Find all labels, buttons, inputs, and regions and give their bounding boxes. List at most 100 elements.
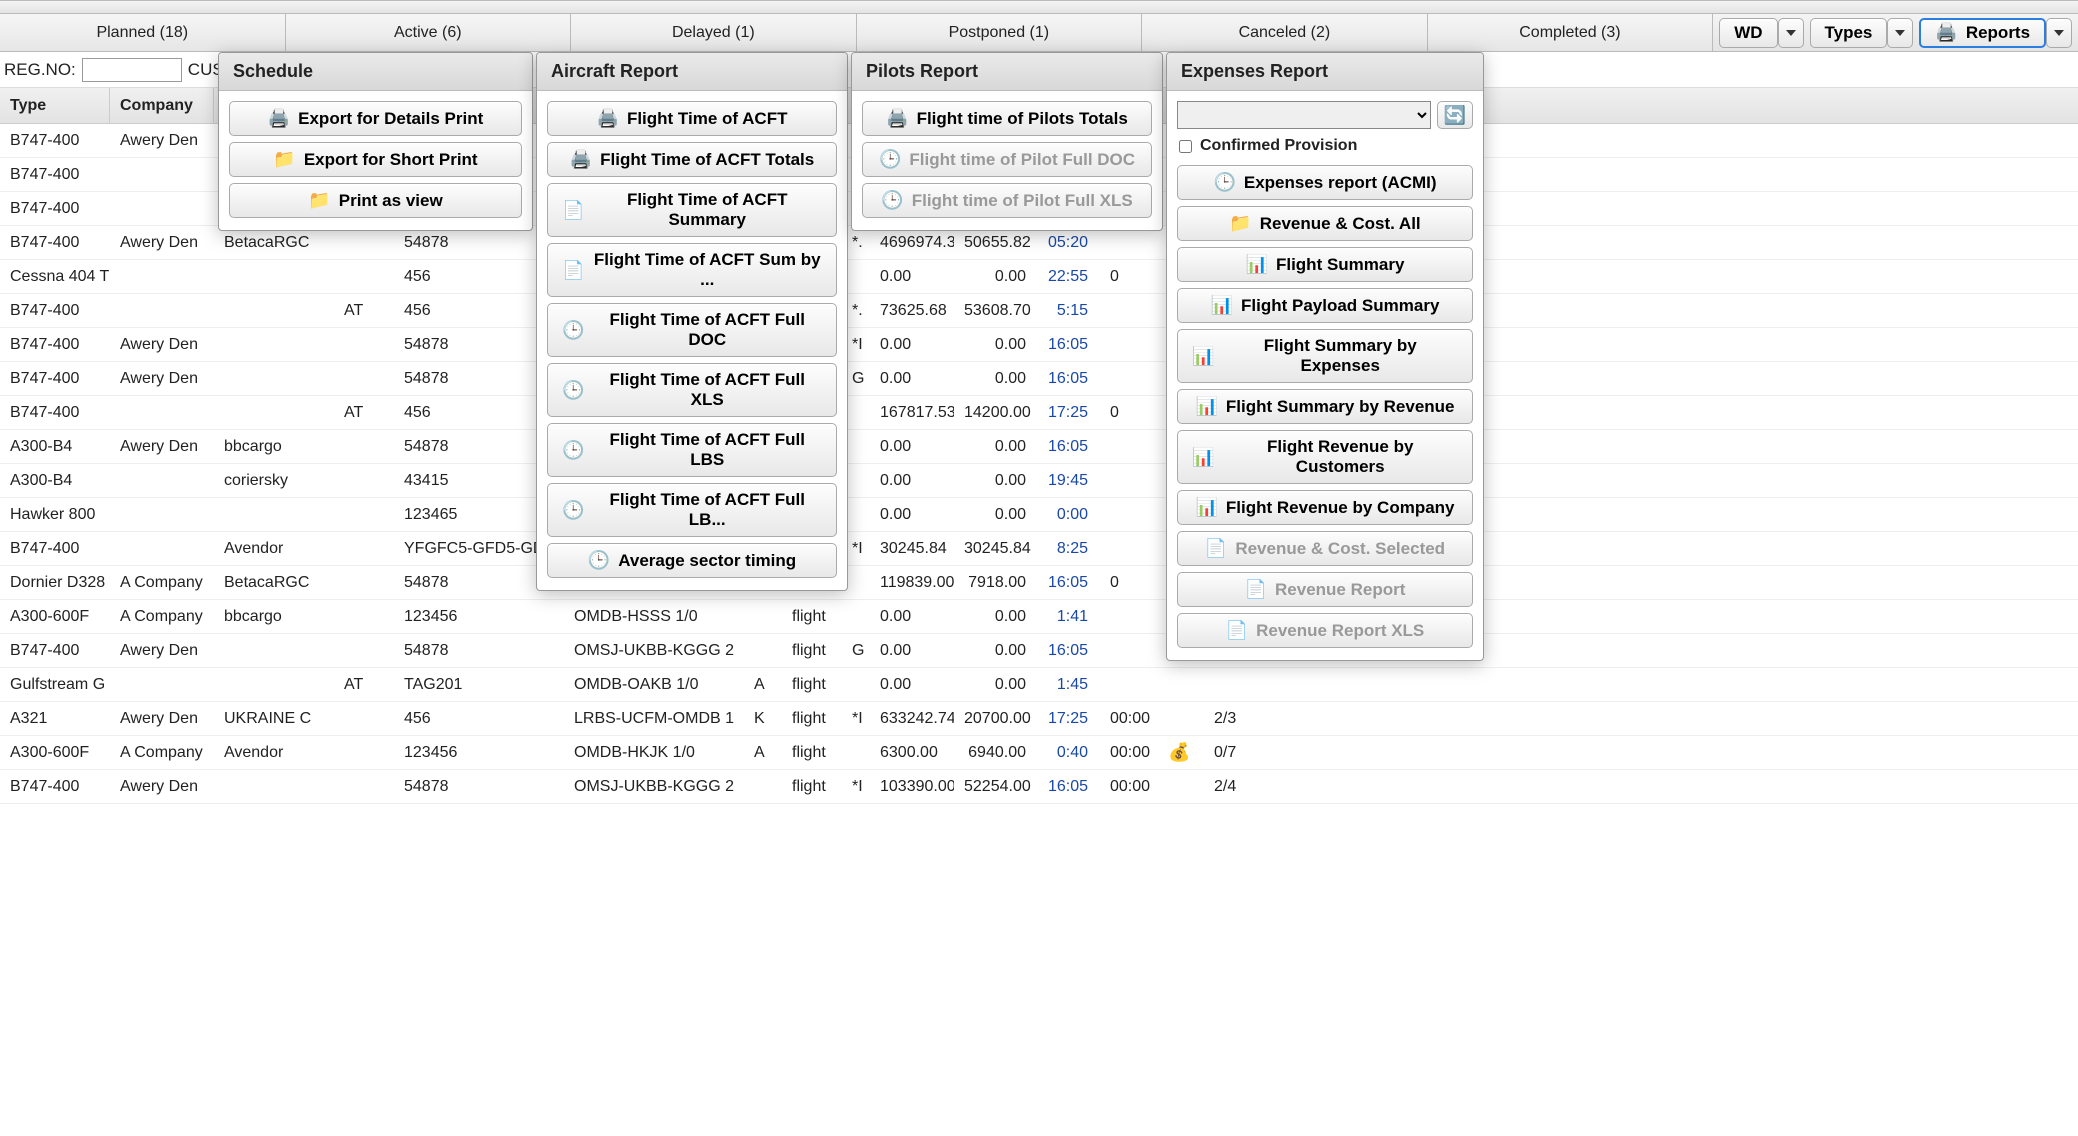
report-icon: 📄 <box>562 260 584 281</box>
cell-type: B747-400 <box>0 302 110 320</box>
cell-n2: 0.00 <box>954 506 1036 524</box>
expenses-report-button[interactable]: 📊Flight Summary <box>1177 247 1473 282</box>
tab-active[interactable]: Active (6) <box>286 14 572 51</box>
wd-button[interactable]: WD <box>1719 18 1777 48</box>
tab-planned[interactable]: Planned (18) <box>0 14 286 51</box>
cell-n2: 0.00 <box>954 608 1036 626</box>
flight-time-pilot-full-doc-button[interactable]: 🕒Flight time of Pilot Full DOC <box>862 142 1152 177</box>
table-row[interactable]: B747-400Awery DenBetacaRGC54878*.4696974… <box>0 226 2078 260</box>
tab-completed[interactable]: Completed (3) <box>1428 14 1714 51</box>
table-row[interactable]: B747-400Awery Den54878*I0.000.0016:05 <box>0 328 2078 362</box>
cell-customer: Avendor <box>214 540 334 558</box>
table-row[interactable]: A300-600FA CompanyAvendor123456OMDB-HKJK… <box>0 736 2078 770</box>
table-row[interactable]: A300-B4coriersky434150.000.0019:45 <box>0 464 2078 498</box>
expenses-report-button-disabled[interactable]: 📄Revenue & Cost. Selected <box>1177 531 1473 566</box>
cell-customer: coriersky <box>214 472 334 490</box>
cell-n1: 30245.84 <box>870 540 954 558</box>
types-button[interactable]: Types <box>1810 18 1888 48</box>
cell-time: 16:05 <box>1036 438 1100 456</box>
cell-n1: 73625.68 <box>870 302 954 320</box>
report-icon: 📄 <box>1245 579 1267 600</box>
cell-route: OMSJ-UKBB-KGGG 2 <box>564 642 744 660</box>
cell-type: B747-400 <box>0 370 110 388</box>
cell-icon: 💰 <box>1158 742 1204 763</box>
table-row[interactable]: A300-B4Awery Denbbcargo548780.000.0016:0… <box>0 430 2078 464</box>
aircraft-report-button[interactable]: 🕒Flight Time of ACFT Full DOC <box>547 303 837 357</box>
types-dropdown[interactable] <box>1887 18 1913 48</box>
cell-time: 05:20 <box>1036 234 1100 252</box>
expenses-report-button[interactable]: 📁Revenue & Cost. All <box>1177 206 1473 241</box>
table-row[interactable]: B747-400Awery Den54878OMSJ-UKBB-KGGG 2fl… <box>0 770 2078 804</box>
tab-delayed[interactable]: Delayed (1) <box>571 14 857 51</box>
expenses-report-button[interactable]: 📊Flight Summary by Expenses <box>1177 329 1473 383</box>
cell-time2: 00:00 <box>1100 744 1158 762</box>
aircraft-report-button[interactable]: 🕒Flight Time of ACFT Full LBS <box>547 423 837 477</box>
confirmed-provision-checkbox[interactable] <box>1179 140 1192 153</box>
aircraft-report-button[interactable]: 🕒Flight Time of ACFT Full XLS <box>547 363 837 417</box>
aircraft-report-button[interactable]: 🖨️Flight Time of ACFT Totals <box>547 142 837 177</box>
table-row[interactable]: B747-400AvendorYFGFC5-GFD5-GDSSORMM-OPKC… <box>0 532 2078 566</box>
tab-canceled[interactable]: Canceled (2) <box>1142 14 1428 51</box>
cell-f2: flight <box>782 676 842 694</box>
table-row[interactable]: B747-400Awery Den54878G0.000.0016:05 <box>0 362 2078 396</box>
cell-customer: BetacaRGC <box>214 234 334 252</box>
cell-customer: BetacaRGC <box>214 574 334 592</box>
cell-n2: 0.00 <box>954 642 1036 660</box>
table-row[interactable]: B747-400AT456*.73625.6853608.705:15 <box>0 294 2078 328</box>
expenses-report-button[interactable]: 📊Flight Summary by Revenue <box>1177 389 1473 424</box>
expenses-report-button[interactable]: 📊Flight Revenue by Company <box>1177 490 1473 525</box>
table-row[interactable]: B747-400AT456167817.5314200.0017:250 <box>0 396 2078 430</box>
table-row[interactable]: A300-600FA Companybbcargo123456OMDB-HSSS… <box>0 600 2078 634</box>
table-row[interactable]: B747-400Awery Den54878OMSJ-UKBB-KGGG 2fl… <box>0 634 2078 668</box>
print-as-view-button[interactable]: 📁Print as view <box>229 183 522 218</box>
status-tabs-row: Planned (18) Active (6) Delayed (1) Post… <box>0 14 2078 52</box>
aircraft-popup-title: Aircraft Report <box>537 53 847 91</box>
cell-route: OMDB-HKJK 1/0 <box>564 744 744 762</box>
regno-input[interactable] <box>82 58 182 82</box>
expenses-select[interactable] <box>1177 101 1431 129</box>
cell-time: 16:05 <box>1036 336 1100 354</box>
cell-type: Hawker 800 <box>0 506 110 524</box>
flight-time-pilot-full-xls-button[interactable]: 🕒Flight time of Pilot Full XLS <box>862 183 1152 218</box>
cell-customer: bbcargo <box>214 608 334 626</box>
col-company[interactable]: Company <box>110 88 214 123</box>
expenses-refresh-button[interactable]: 🔄 <box>1437 101 1473 129</box>
report-icon: 📊 <box>1192 447 1214 468</box>
cell-time2: 00:00 <box>1100 710 1158 728</box>
col-type[interactable]: Type <box>0 88 110 123</box>
export-short-print-button[interactable]: 📁Export for Short Print <box>229 142 522 177</box>
cell-n2: 0.00 <box>954 336 1036 354</box>
table-row[interactable]: Hawker 800123465OMDB-HSSS 1/0flight0.000… <box>0 498 2078 532</box>
reports-dropdown[interactable] <box>2046 18 2072 48</box>
reports-button[interactable]: 🖨️ Reports <box>1919 18 2046 48</box>
tab-postponed[interactable]: Postponed (1) <box>857 14 1143 51</box>
expenses-report-button[interactable]: 📊Flight Revenue by Customers <box>1177 430 1473 484</box>
confirmed-provision-label[interactable]: Confirmed Provision <box>1179 137 1473 155</box>
cell-n2: 7918.00 <box>954 574 1036 592</box>
table-row[interactable]: Cessna 404 T4560.000.0022:550 <box>0 260 2078 294</box>
flight-time-pilots-totals-button[interactable]: 🖨️Flight time of Pilots Totals <box>862 101 1152 136</box>
cell-route: OMSJ-UKBB-KGGG 2 <box>564 778 744 796</box>
expenses-report-button-disabled[interactable]: 📄Revenue Report <box>1177 572 1473 607</box>
cell-ref: 54878 <box>394 642 564 660</box>
aircraft-report-button[interactable]: 📄Flight Time of ACFT Sum by ... <box>547 243 837 297</box>
wd-dropdown[interactable] <box>1778 18 1804 48</box>
cell-f2: flight <box>782 778 842 796</box>
aircraft-report-button[interactable]: 🕒Average sector timing <box>547 543 837 578</box>
cell-f2: flight <box>782 744 842 762</box>
printer-icon: 🖨️ <box>886 108 908 129</box>
expenses-report-button[interactable]: 📊Flight Payload Summary <box>1177 288 1473 323</box>
cell-time: 16:05 <box>1036 574 1100 592</box>
aircraft-report-button[interactable]: 📄Flight Time of ACFT Summary <box>547 183 837 237</box>
expenses-report-button-disabled[interactable]: 📄Revenue Report XLS <box>1177 613 1473 648</box>
table-row[interactable]: Dornier D328A CompanyBetacaRGC54878OMSJ-… <box>0 566 2078 600</box>
expenses-report-button[interactable]: 🕒Expenses report (ACMI) <box>1177 165 1473 200</box>
table-row[interactable]: A321Awery DenUKRAINE C456LRBS-UCFM-OMDB … <box>0 702 2078 736</box>
aircraft-report-button[interactable]: 🕒Flight Time of ACFT Full LB... <box>547 483 837 537</box>
table-row[interactable]: Gulfstream GATTAG201OMDB-OAKB 1/0Aflight… <box>0 668 2078 702</box>
aircraft-report-button[interactable]: 🖨️Flight Time of ACFT <box>547 101 837 136</box>
cell-type: B747-400 <box>0 166 110 184</box>
cell-type: B747-400 <box>0 200 110 218</box>
export-details-print-button[interactable]: 🖨️Export for Details Print <box>229 101 522 136</box>
report-icon: 📊 <box>1211 295 1233 316</box>
